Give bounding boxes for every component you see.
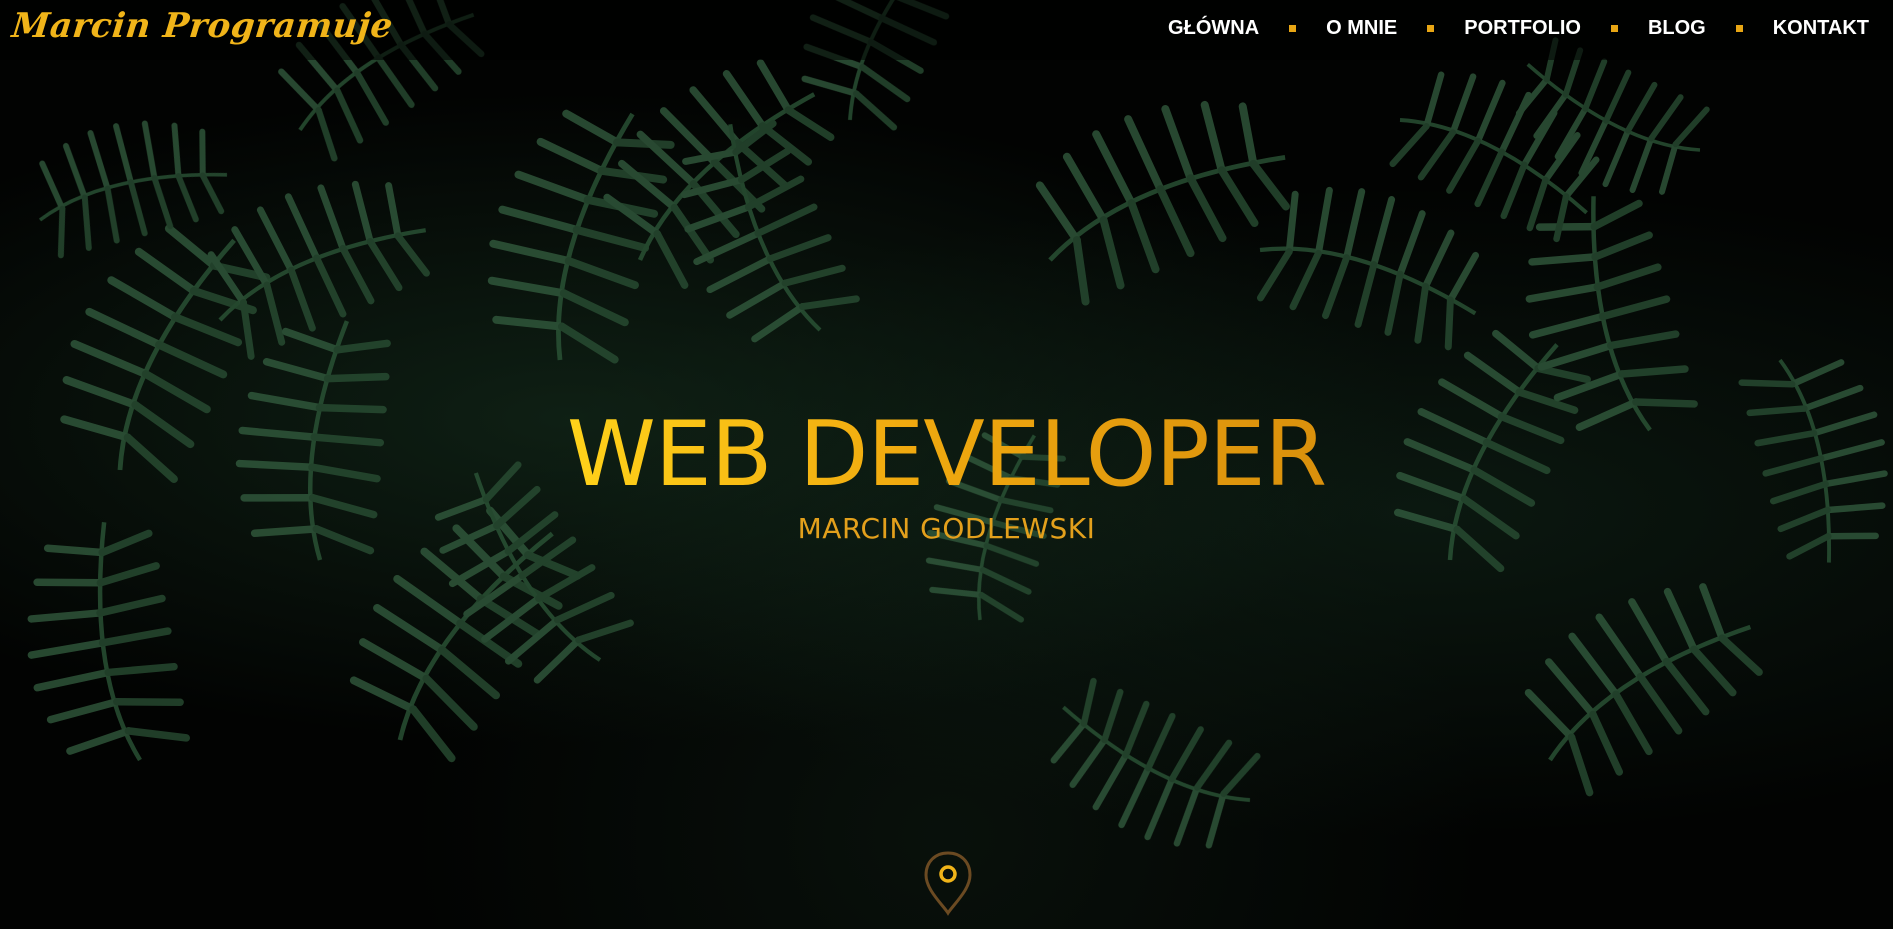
nav-item-glowna[interactable]: GŁÓWNA <box>1168 17 1259 40</box>
main-navigation: GŁÓWNA O MNIE PORTFOLIO BLOG KONTAKT <box>1168 17 1869 40</box>
nav-item-portfolio[interactable]: PORTFOLIO <box>1464 17 1581 40</box>
page: Marcin Programuje GŁÓWNA O MNIE PORTFOLI… <box>0 0 1893 929</box>
nav-item-blog[interactable]: BLOG <box>1648 17 1706 40</box>
top-navbar: Marcin Programuje GŁÓWNA O MNIE PORTFOLI… <box>0 0 1893 60</box>
nav-separator <box>1610 25 1618 32</box>
site-logo[interactable]: Marcin Programuje <box>10 6 395 46</box>
hero-title: WEB DEVELOPER <box>567 400 1327 510</box>
map-pin-icon[interactable] <box>923 850 973 916</box>
nav-separator <box>1289 25 1297 32</box>
hero-section: WEB DEVELOPER MARCIN GODLEWSKI <box>0 400 1893 545</box>
nav-separator <box>1735 25 1743 32</box>
nav-separator <box>1427 25 1435 32</box>
nav-item-o-mnie[interactable]: O MNIE <box>1326 17 1397 40</box>
hero-subtitle: MARCIN GODLEWSKI <box>797 512 1096 545</box>
nav-item-kontakt[interactable]: KONTAKT <box>1773 17 1869 40</box>
